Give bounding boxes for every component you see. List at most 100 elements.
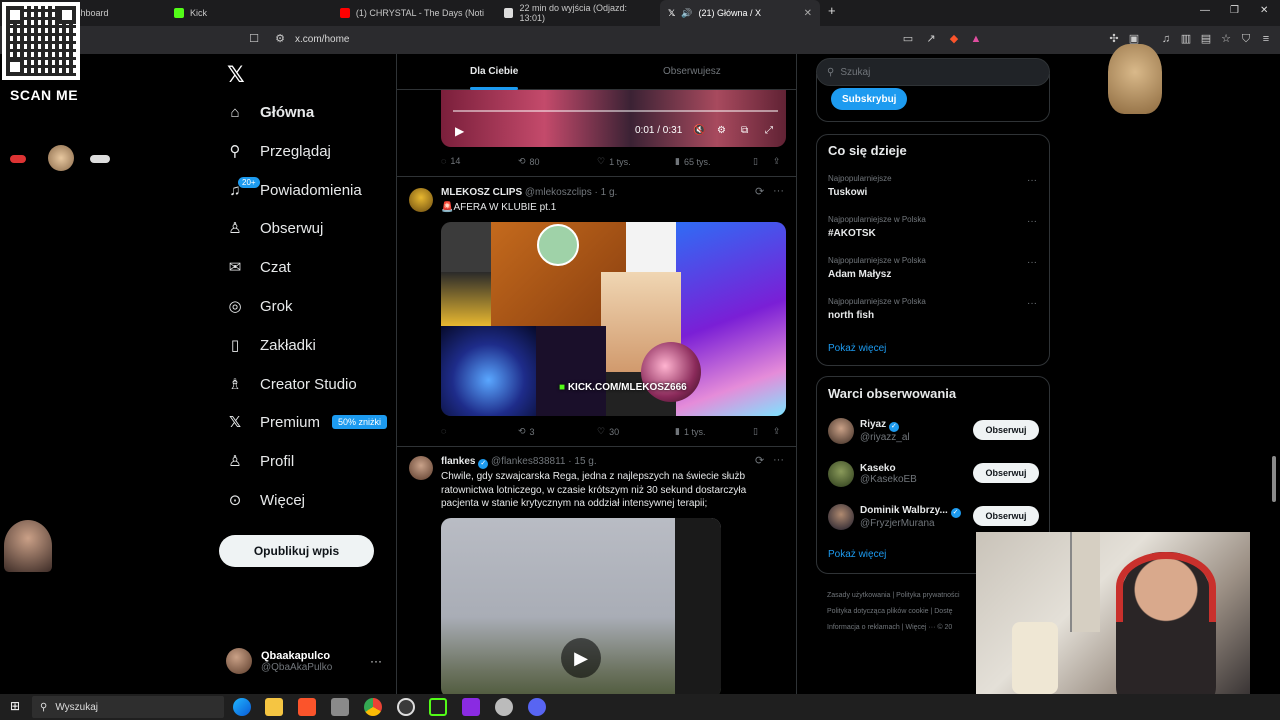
follow-button[interactable]: Obserwuj	[973, 420, 1039, 440]
avatar[interactable]	[409, 456, 433, 480]
post-time[interactable]: · 15 g.	[568, 456, 596, 467]
post-button[interactable]: Opublikuj wpis	[219, 535, 374, 567]
tab-following[interactable]: Obserwujesz	[663, 66, 721, 77]
author-name[interactable]: flankes	[441, 456, 475, 467]
post-image-collage[interactable]: ■ KICK.COM/MLEKOSZ666	[441, 222, 786, 416]
reply-button[interactable]: ◌	[441, 426, 450, 436]
bookmark-post-icon[interactable]: ▯	[753, 426, 758, 437]
author-handle[interactable]: @mlekoszclips	[525, 187, 592, 198]
minimize-icon[interactable]: —	[1200, 5, 1210, 16]
play-icon[interactable]: ▶	[455, 124, 464, 138]
close-tab-icon[interactable]: ✕	[804, 8, 812, 19]
obs-icon[interactable]	[397, 698, 415, 716]
video-progress-bar[interactable]	[453, 110, 778, 112]
views-button[interactable]: ▮ 1 tys.	[675, 426, 705, 437]
account-switcher[interactable]: Qbaakapulco @QbaAkaPulko	[226, 648, 332, 674]
vpn-icon[interactable]: ⛉	[1240, 33, 1252, 45]
menu-icon[interactable]: ≡	[1260, 33, 1272, 45]
nav-item-profile[interactable]: ♙ Profil	[226, 449, 294, 473]
grok-post-icon[interactable]: ⟳	[755, 185, 764, 198]
bookmark-page-icon[interactable]: ☐	[248, 33, 260, 45]
settings-icon[interactable]: ⚙	[717, 125, 726, 136]
repost-button[interactable]: ⟲ 3	[518, 426, 535, 437]
post-video[interactable]: ▶	[441, 518, 721, 694]
chrome-icon[interactable]	[364, 698, 382, 716]
kick-app-icon[interactable]	[429, 698, 447, 716]
x-logo-icon[interactable]: 𝕏	[227, 62, 245, 88]
music-icon[interactable]: ♫	[1160, 33, 1172, 45]
browser-tab-youtube[interactable]: (1) CHRYSTAL - The Days (Notion Re	[332, 0, 492, 26]
views-button[interactable]: ▮ 65 tys.	[675, 156, 710, 167]
trend-item[interactable]: north fish	[828, 310, 874, 321]
app-icon[interactable]	[462, 698, 480, 716]
nav-item-bookmarks[interactable]: ▯ Zakładki	[226, 333, 316, 357]
browser-tab-dashboard[interactable]: shboard	[68, 0, 162, 26]
site-settings-icon[interactable]: ⚙	[274, 33, 286, 45]
show-more-link[interactable]: Pokaż więcej	[828, 549, 886, 560]
play-icon[interactable]: ▶	[561, 638, 601, 678]
pip-icon[interactable]: ⧉	[741, 125, 748, 136]
reply-button[interactable]: ◌ 14	[441, 156, 460, 166]
bookmark-post-icon[interactable]: ▯	[753, 156, 758, 167]
show-more-link[interactable]: Pokaż więcej	[828, 343, 886, 354]
trend-item[interactable]: Adam Małysz	[828, 269, 891, 280]
suggested-account[interactable]: Kaseko @KasekoEB	[828, 461, 917, 487]
video-player[interactable]: ▶ 0:01 / 0:31 🔇 ⚙ ⧉ ⤢	[441, 90, 786, 147]
nav-item-premium[interactable]: 𝕏 Premium 50% zniżki	[226, 410, 388, 434]
nav-item-explore[interactable]: ⚲ Przeglądaj	[226, 139, 331, 163]
new-tab-button[interactable]: +	[828, 3, 836, 18]
subscribe-button[interactable]: Subskrybuj	[831, 88, 908, 110]
edge-icon[interactable]	[233, 698, 251, 716]
author-name[interactable]: MLEKOSZ CLIPS	[441, 187, 522, 198]
nav-item-home[interactable]: ⌂ Główna	[226, 100, 314, 124]
share-icon[interactable]: ↗	[925, 33, 937, 45]
like-button[interactable]: ♡ 1 tys.	[597, 156, 631, 167]
app-icon[interactable]	[495, 698, 513, 716]
trend-item[interactable]: #AKOTSK	[828, 228, 876, 239]
install-icon[interactable]: ▭	[902, 33, 914, 45]
brave-rewards-icon[interactable]: ▲	[970, 33, 982, 45]
share-post-icon[interactable]: ⇪	[773, 426, 781, 437]
trend-more-icon[interactable]: ···	[1027, 216, 1037, 227]
share-post-icon[interactable]: ⇪	[773, 156, 781, 167]
windows-start-icon[interactable]: ⊞	[10, 699, 20, 713]
fullscreen-icon[interactable]: ⤢	[765, 125, 773, 136]
brave-icon[interactable]	[298, 698, 316, 716]
account-more-icon[interactable]: ···	[370, 654, 382, 668]
brave-shields-icon[interactable]: ◆	[948, 33, 960, 45]
trend-more-icon[interactable]: ···	[1027, 298, 1037, 309]
trend-more-icon[interactable]: ···	[1027, 175, 1037, 186]
sidebar-toggle-icon[interactable]: ▥	[1180, 33, 1192, 45]
grok-post-icon[interactable]: ⟳	[755, 454, 764, 467]
follow-button[interactable]: Obserwuj	[973, 506, 1039, 526]
discord-icon[interactable]	[528, 698, 546, 716]
trend-more-icon[interactable]: ···	[1027, 257, 1037, 268]
follow-button[interactable]: Obserwuj	[973, 463, 1039, 483]
post-more-icon[interactable]: ···	[773, 185, 784, 197]
trend-item[interactable]: Tuskowi	[828, 187, 867, 198]
tab-for-you[interactable]: Dla Ciebie	[470, 66, 518, 77]
restore-icon[interactable]: ❐	[1230, 5, 1239, 16]
leo-icon[interactable]: ☆	[1220, 33, 1232, 45]
avatar[interactable]	[409, 188, 433, 212]
extensions-icon[interactable]: ✣	[1108, 33, 1120, 45]
scrollbar-thumb[interactable]	[1272, 456, 1276, 502]
nav-item-grok[interactable]: ◎ Grok	[226, 294, 292, 318]
browser-tab-x-home[interactable]: 𝕏 🔊 (21) Główna / X ✕	[660, 0, 820, 26]
post-more-icon[interactable]: ···	[773, 454, 784, 466]
suggested-account[interactable]: Dominik Walbrzy... ✓ @FryzjerMurana	[828, 504, 961, 530]
taskbar-search[interactable]: ⚲ Wyszukaj	[32, 696, 224, 718]
post-time[interactable]: · 1 g.	[595, 187, 618, 198]
repost-button[interactable]: ⟲ 80	[518, 156, 540, 167]
url-field[interactable]: x.com/home	[295, 34, 349, 45]
browser-tab-departure[interactable]: 22 min do wyjścia (Odjazd: 13:01)	[496, 0, 656, 26]
browser-tab-kick[interactable]: Kick	[166, 0, 326, 26]
page-scrollbar[interactable]	[1270, 54, 1278, 694]
close-window-icon[interactable]: ✕	[1260, 5, 1268, 16]
file-explorer-icon[interactable]	[265, 698, 283, 716]
author-handle[interactable]: @flankes838811	[491, 456, 565, 467]
like-button[interactable]: ♡ 30	[597, 426, 619, 437]
nav-item-follow[interactable]: ♙ Obserwuj	[226, 216, 323, 240]
nav-item-creator-studio[interactable]: ♗ Creator Studio	[226, 372, 356, 396]
nav-item-chat[interactable]: ✉ Czat	[226, 255, 291, 279]
